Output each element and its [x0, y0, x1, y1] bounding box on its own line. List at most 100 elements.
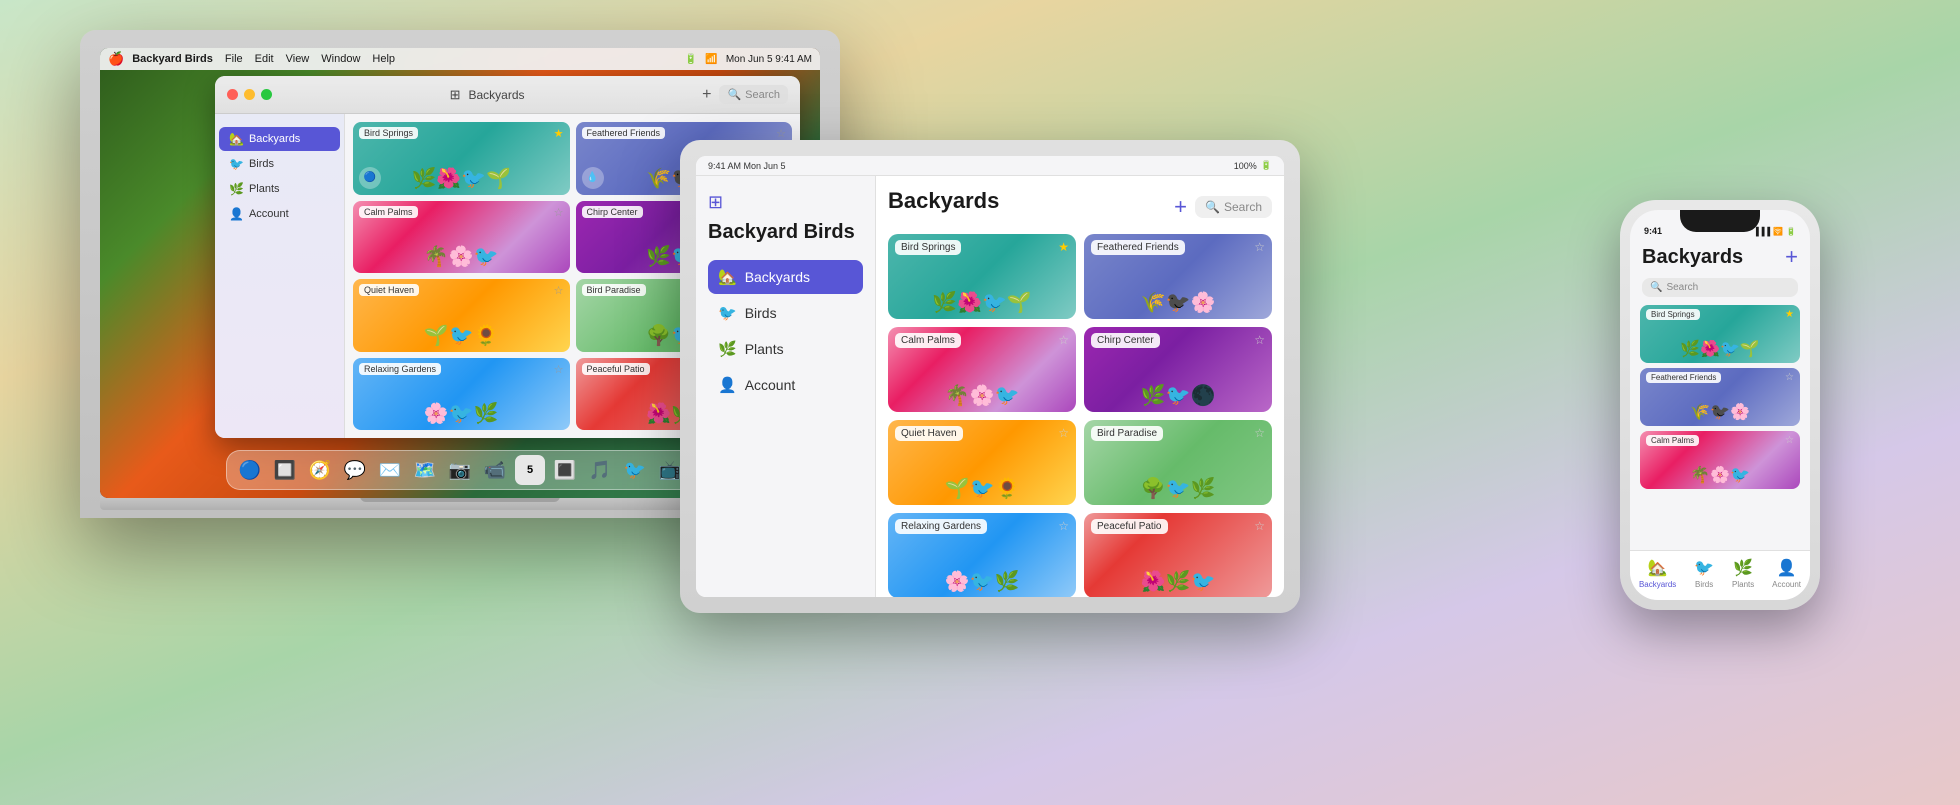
ipad-plants-icon: 🌿 — [718, 340, 737, 358]
iphone-search-placeholder: Search — [1666, 282, 1698, 293]
dock-finder[interactable]: 🔵 — [235, 455, 265, 485]
iphone-add-button[interactable]: + — [1785, 244, 1798, 270]
search-icon: 🔍 — [727, 88, 741, 101]
ipad-chirp-label: Chirp Center — [1091, 333, 1160, 348]
sidebar-item-birds[interactable]: 🐦 Birds — [219, 152, 340, 176]
ipad-statusbar: 9:41 AM Mon Jun 5 100% 🔋 — [696, 156, 1284, 176]
menu-help[interactable]: Help — [372, 53, 395, 65]
ipad-content-toolbar: + 🔍 Search — [1174, 194, 1272, 220]
dock-safari[interactable]: 🧭 — [305, 455, 335, 485]
maximize-button[interactable] — [261, 89, 272, 100]
ipad-card-quiet-haven[interactable]: 🌱🐦🌻 Quiet Haven ☆ — [888, 420, 1076, 505]
bird-springs-star[interactable]: ★ — [554, 127, 564, 140]
ipad-quiet-star[interactable]: ☆ — [1058, 426, 1069, 440]
ipad-card-bird-paradise[interactable]: 🌳🐦🌿 Bird Paradise ☆ — [1084, 420, 1272, 505]
dock-calendar[interactable]: 5 — [515, 455, 545, 485]
dock-apps[interactable]: 🔳 — [550, 455, 580, 485]
dock-mail[interactable]: ✉️ — [375, 455, 405, 485]
iphone-tab-backyards-label: Backyards — [1639, 580, 1676, 589]
ipad-nav-backyards[interactable]: 🏡 Backyards — [708, 260, 863, 294]
sidebar-item-account[interactable]: 👤 Account — [219, 202, 340, 226]
iphone-tab-account[interactable]: 👤 Account — [1772, 558, 1801, 589]
window-icon: ⊞ — [450, 87, 461, 103]
sidebar-account-label: Account — [249, 208, 289, 220]
dock-messages[interactable]: 💬 — [340, 455, 370, 485]
iphone-content: + Backyards 🔍 Search 🌿🌺🐦🌱 Bird Springs ★ — [1630, 240, 1810, 550]
ipad-nav-backyards-label: Backyards — [745, 269, 810, 285]
ipad-chirp-star[interactable]: ☆ — [1254, 333, 1265, 347]
iphone-battery-icon: 🔋 — [1786, 227, 1796, 236]
iphone-page-title: Backyards — [1642, 246, 1798, 269]
minimize-button[interactable] — [244, 89, 255, 100]
iphone-body: 9:41 ▐▐▐ 🛜 🔋 + Backyards 🔍 Search — [1620, 200, 1820, 610]
ipad-peaceful-star[interactable]: ☆ — [1254, 519, 1265, 533]
relaxing-star[interactable]: ☆ — [554, 363, 564, 376]
ipad-nav-account[interactable]: 👤 Account — [708, 368, 863, 402]
sidebar-item-backyards[interactable]: 🏡 Backyards — [219, 127, 340, 151]
dock-maps[interactable]: 🗺️ — [410, 455, 440, 485]
dock-music[interactable]: 🎵 — [585, 455, 615, 485]
ipad-bird-paradise-star[interactable]: ☆ — [1254, 426, 1265, 440]
feathered-star[interactable]: ☆ — [776, 127, 786, 140]
apple-menu[interactable]: 🍎 — [108, 51, 124, 67]
iphone-bird-springs-label: Bird Springs — [1646, 309, 1700, 320]
dock-hummingbird[interactable]: 🐦 — [620, 455, 650, 485]
menu-edit[interactable]: Edit — [255, 53, 274, 65]
menu-window[interactable]: Window — [321, 53, 360, 65]
ipad-card-bird-springs[interactable]: 🌿🌺🐦🌱 Bird Springs ★ — [888, 234, 1076, 319]
ipad-card-chirp-center[interactable]: 🌿🐦🌑 Chirp Center ☆ — [1084, 327, 1272, 412]
relaxing-label: Relaxing Gardens — [359, 363, 441, 375]
quiet-star[interactable]: ☆ — [554, 284, 564, 297]
mac-add-button[interactable]: + — [702, 86, 711, 104]
ipad-nav-account-label: Account — [745, 377, 796, 393]
calm-palms-star[interactable]: ☆ — [554, 206, 564, 219]
ipad-nav-plants[interactable]: 🌿 Plants — [708, 332, 863, 366]
ipad-card-feathered-friends[interactable]: 🌾🐦‍⬛🌸 Feathered Friends ☆ — [1084, 234, 1272, 319]
dock-photos[interactable]: 📷 — [445, 455, 475, 485]
iphone-calm-palms-star[interactable]: ☆ — [1785, 435, 1794, 446]
iphone-bird-springs-star[interactable]: ★ — [1785, 309, 1794, 320]
mac-search-box[interactable]: 🔍 Search — [719, 85, 788, 104]
feathered-badge: 💧 — [582, 167, 604, 189]
iphone-feathered-star[interactable]: ☆ — [1785, 372, 1794, 383]
mac-card-quiet-haven[interactable]: 🌱🐦🌻 Quiet Haven ☆ — [353, 279, 570, 352]
iphone-card-bird-springs[interactable]: 🌿🌺🐦🌱 Bird Springs ★ — [1640, 305, 1800, 363]
close-button[interactable] — [227, 89, 238, 100]
ipad-card-peaceful-patio[interactable]: 🌺🌿🐦 Peaceful Patio ☆ — [1084, 513, 1272, 597]
dock-facetime[interactable]: 📹 — [480, 455, 510, 485]
iphone-tab-plants[interactable]: 🌿 Plants — [1732, 558, 1754, 589]
mac-card-relaxing-gardens[interactable]: 🌸🐦🌿 Relaxing Gardens ☆ — [353, 358, 570, 431]
mac-card-bird-springs[interactable]: 🌿🌺🐦🌱 Bird Springs ★ 🔵 — [353, 122, 570, 195]
ipad-statusbar-right: 100% 🔋 — [1234, 160, 1272, 171]
sidebar-item-plants[interactable]: 🌿 Plants — [219, 177, 340, 201]
ipad-account-icon: 👤 — [718, 376, 737, 394]
menu-view[interactable]: View — [286, 53, 310, 65]
ipad-feathered-star[interactable]: ☆ — [1254, 240, 1265, 254]
ipad-peaceful-label: Peaceful Patio — [1091, 519, 1168, 534]
ipad-backyards-icon: 🏡 — [718, 268, 737, 286]
mac-card-calm-palms[interactable]: 🌴🌸🐦 Calm Palms ☆ — [353, 201, 570, 274]
ipad-nav-birds[interactable]: 🐦 Birds — [708, 296, 863, 330]
ipad-search-box[interactable]: 🔍 Search — [1195, 196, 1272, 218]
iphone-tab-backyards[interactable]: 🏡 Backyards — [1639, 558, 1676, 589]
mac-titlebar: ⊞ Backyards + 🔍 Search — [215, 76, 800, 114]
iphone-card-calm-palms[interactable]: 🌴🌸🐦 Calm Palms ☆ — [1640, 431, 1800, 489]
sidebar-birds-label: Birds — [249, 158, 274, 170]
menu-file[interactable]: File — [225, 53, 243, 65]
ipad-bird-springs-star[interactable]: ★ — [1058, 240, 1069, 254]
dock-launchpad[interactable]: 🔲 — [270, 455, 300, 485]
ipad-relaxing-star[interactable]: ☆ — [1058, 519, 1069, 533]
iphone-card-feathered-friends[interactable]: 🌾🐦‍⬛🌸 Feathered Friends ☆ — [1640, 368, 1800, 426]
iphone-tab-birds[interactable]: 🐦 Birds — [1694, 558, 1714, 589]
menu-battery: 🔋 — [685, 54, 697, 65]
plants-icon: 🌿 — [229, 182, 244, 196]
ipad-nav-birds-label: Birds — [745, 305, 777, 321]
ipad-add-button[interactable]: + — [1174, 194, 1187, 220]
ipad-card-relaxing-gardens[interactable]: 🌸🐦🌿 Relaxing Gardens ☆ — [888, 513, 1076, 597]
ipad-content: Backyards + 🔍 Search 🌿🌺🐦🌱 Bird — [876, 176, 1284, 597]
iphone-search-box[interactable]: 🔍 Search — [1642, 278, 1798, 297]
ipad-calm-palms-star[interactable]: ☆ — [1058, 333, 1069, 347]
ipad-card-calm-palms[interactable]: 🌴🌸🐦 Calm Palms ☆ — [888, 327, 1076, 412]
ipad-feathered-label: Feathered Friends — [1091, 240, 1185, 255]
calm-palms-label: Calm Palms — [359, 206, 418, 218]
